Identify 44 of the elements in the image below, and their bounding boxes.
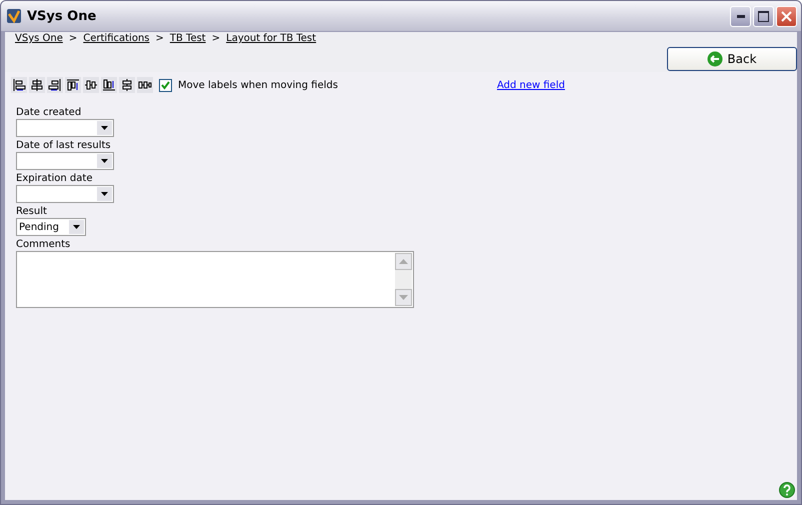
maximize-button[interactable]	[753, 6, 774, 26]
field-label: Date created	[16, 107, 82, 118]
dropdown[interactable]: Pending	[16, 218, 86, 236]
field-label: Result	[16, 206, 47, 217]
dropdown[interactable]	[16, 152, 114, 170]
breadcrumb-separator: >	[212, 33, 220, 44]
caret-icon	[73, 225, 80, 229]
minimize-button[interactable]	[730, 6, 751, 26]
align-top-icon[interactable]	[65, 77, 81, 93]
breadcrumb-separator: >	[68, 33, 78, 44]
breadcrumb-separator: >	[156, 33, 164, 44]
align-middle-icon[interactable]	[83, 77, 99, 93]
add-field-link[interactable]: Add new field	[497, 80, 565, 90]
dropdown-value: Pending	[19, 222, 59, 232]
down-arrow-icon	[399, 295, 408, 300]
align-center-icon[interactable]	[29, 77, 45, 93]
app-logo-icon	[6, 8, 22, 24]
back-button[interactable]: Back	[667, 47, 797, 71]
caret-icon	[101, 159, 108, 163]
window-title: VSys One	[27, 8, 98, 24]
distribute-vertical-icon[interactable]	[119, 77, 135, 93]
caret-icon	[101, 126, 108, 130]
close-icon	[781, 10, 792, 22]
field-label: Expiration date	[16, 173, 92, 184]
close-button[interactable]	[776, 6, 797, 26]
caret-icon	[101, 192, 108, 196]
help-icon[interactable]	[779, 482, 795, 498]
minimize-icon	[736, 14, 744, 18]
breadcrumb-link[interactable]: TB Test	[170, 33, 206, 44]
distribute-horizontal-icon[interactable]	[137, 77, 153, 93]
up-arrow-icon	[399, 259, 408, 264]
field-label: Comments	[16, 239, 70, 250]
dropdown[interactable]	[16, 119, 114, 137]
maximize-icon	[758, 10, 769, 22]
align-left-icon[interactable]	[11, 77, 27, 93]
breadcrumb-link[interactable]: VSys One	[15, 33, 63, 44]
checkbox-label: Move labels when moving fields	[178, 80, 339, 90]
breadcrumb-link[interactable]: Layout for TB Test	[226, 33, 316, 44]
dropdown[interactable]	[16, 185, 114, 203]
breadcrumb-link[interactable]: Certifications	[83, 33, 150, 44]
align-right-icon[interactable]	[47, 77, 63, 93]
field-label: Date of last results	[16, 140, 111, 151]
checkbox[interactable]	[159, 78, 172, 92]
align-bottom-icon[interactable]	[101, 77, 117, 93]
